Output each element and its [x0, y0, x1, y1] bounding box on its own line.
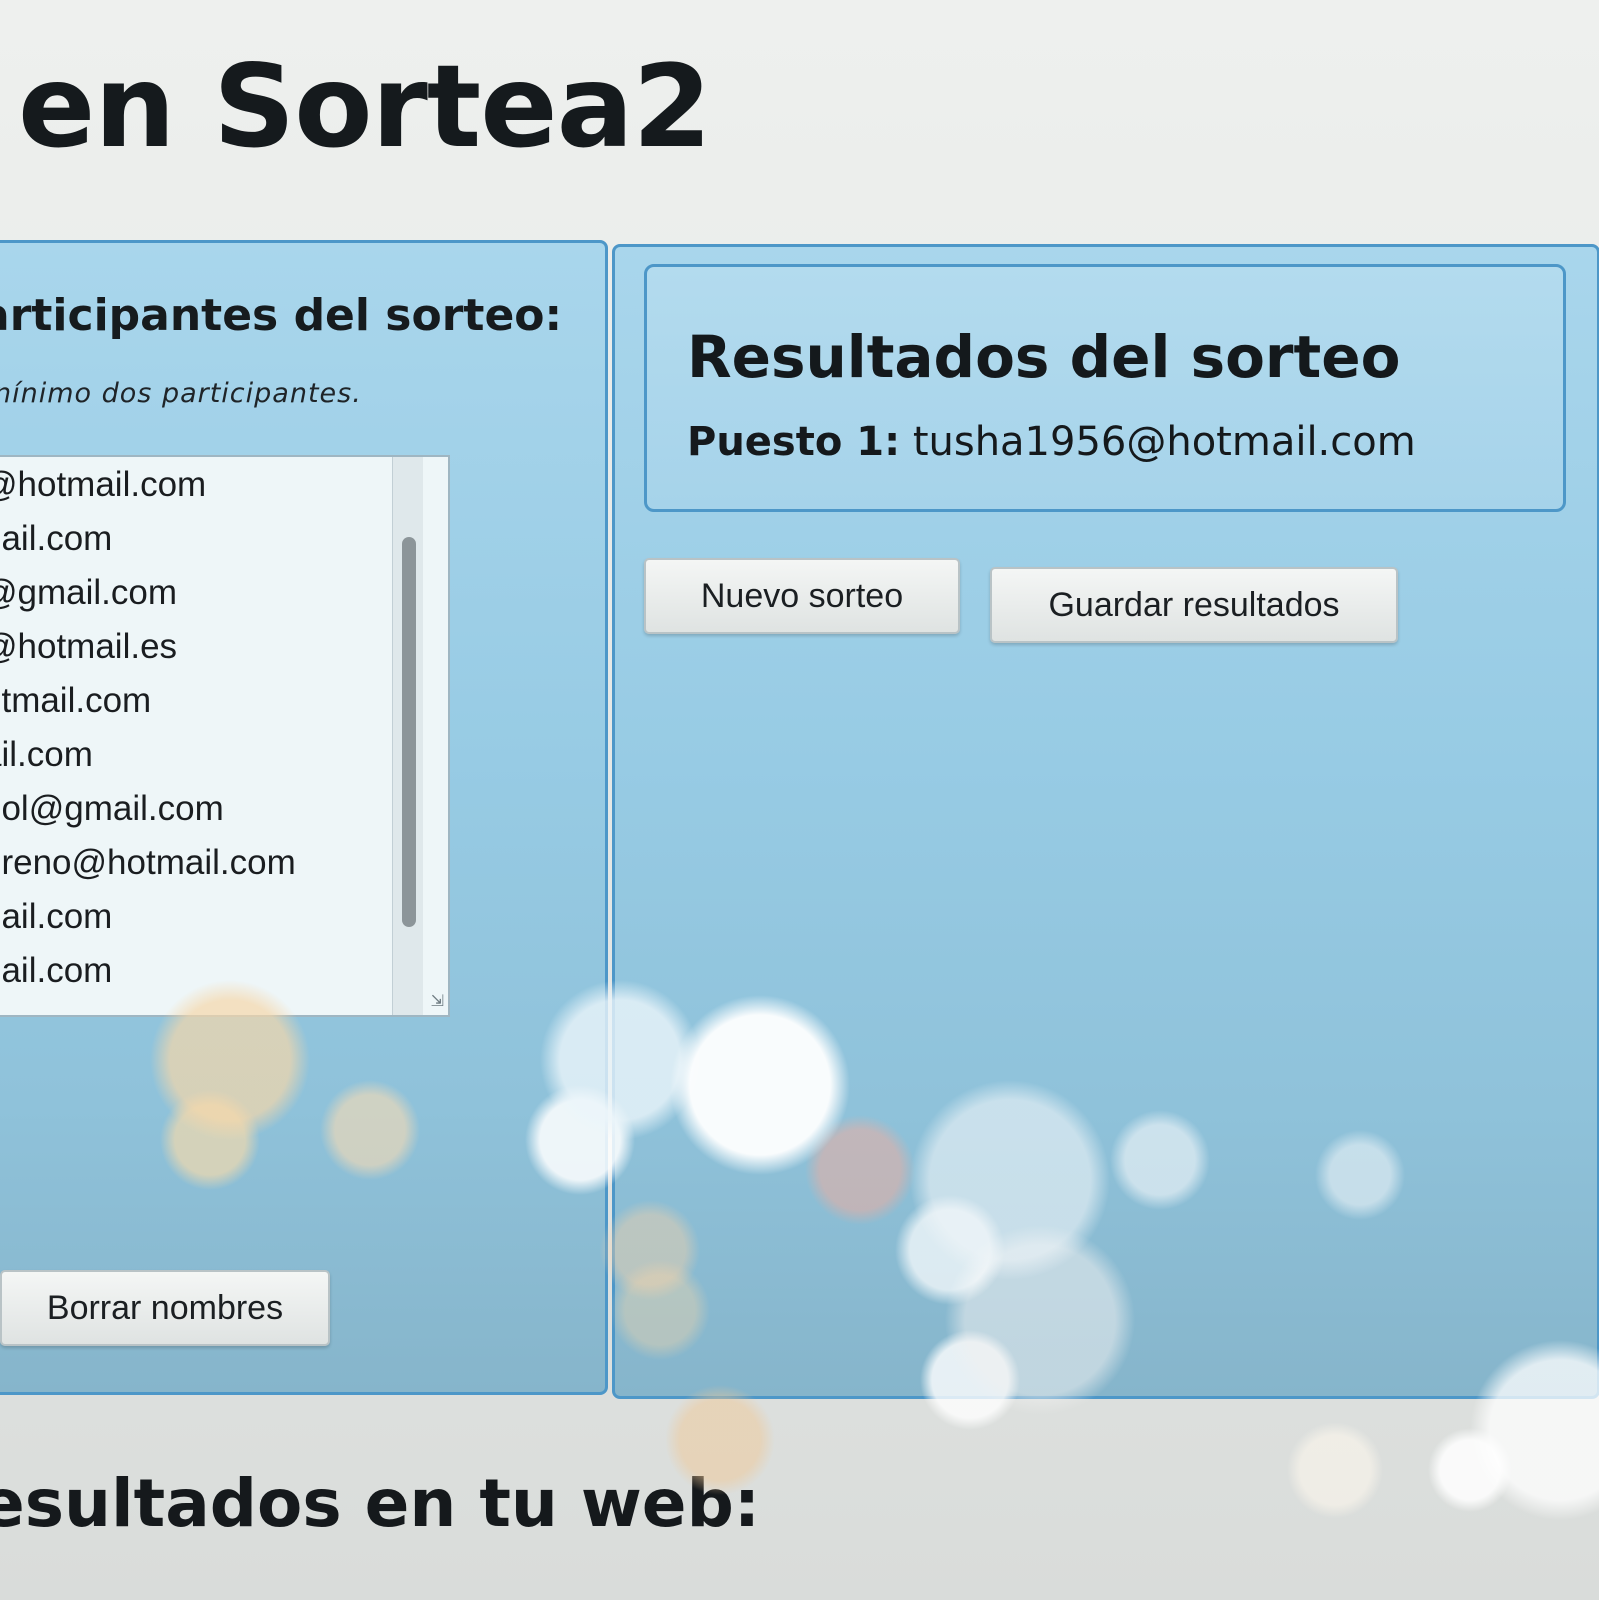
participants-textarea[interactable]: @hotmail.com nail.com @gmail.com @hotmai…: [0, 455, 450, 1017]
result-row: Puesto 1: tusha1956@hotmail.com: [687, 419, 1416, 465]
participant-entry: nail.com: [0, 951, 113, 990]
save-results-button[interactable]: Guardar resultados: [990, 567, 1398, 643]
participants-hint: nínimo dos participantes.: [0, 378, 362, 409]
participant-entry: @hotmail.es: [0, 627, 178, 666]
participant-entry: nol@gmail.com: [0, 789, 224, 828]
participant-entry: nail.com: [0, 519, 113, 558]
result-winner: tusha1956@hotmail.com: [912, 419, 1416, 465]
participants-heading: articipantes del sorteo:: [0, 290, 563, 341]
results-heading: Resultados del sorteo: [687, 323, 1401, 391]
embed-results-heading: esultados en tu web:: [0, 1465, 761, 1542]
page-title: en Sortea2: [18, 40, 712, 173]
scrollbar-thumb[interactable]: [402, 537, 416, 927]
resize-grip-icon[interactable]: ⇲: [426, 993, 444, 1011]
participant-entry: @hotmail.com: [0, 465, 207, 504]
new-draw-button[interactable]: Nuevo sorteo: [644, 558, 960, 634]
clear-names-button[interactable]: Borrar nombres: [0, 1270, 330, 1346]
result-position-label: Puesto 1:: [687, 419, 901, 465]
participant-entry: nail.com: [0, 897, 113, 936]
participant-entry: ail.com: [0, 735, 93, 774]
participant-entry: oreno@hotmail.com: [0, 843, 296, 882]
participants-scrollbar[interactable]: [392, 457, 423, 1015]
sortea2-page: en Sortea2 articipantes del sorteo: níni…: [0, 0, 1599, 1600]
participant-entry: otmail.com: [0, 681, 152, 720]
results-box: Resultados del sorteo Puesto 1: tusha195…: [644, 264, 1566, 512]
participant-entry: @gmail.com: [0, 573, 178, 612]
